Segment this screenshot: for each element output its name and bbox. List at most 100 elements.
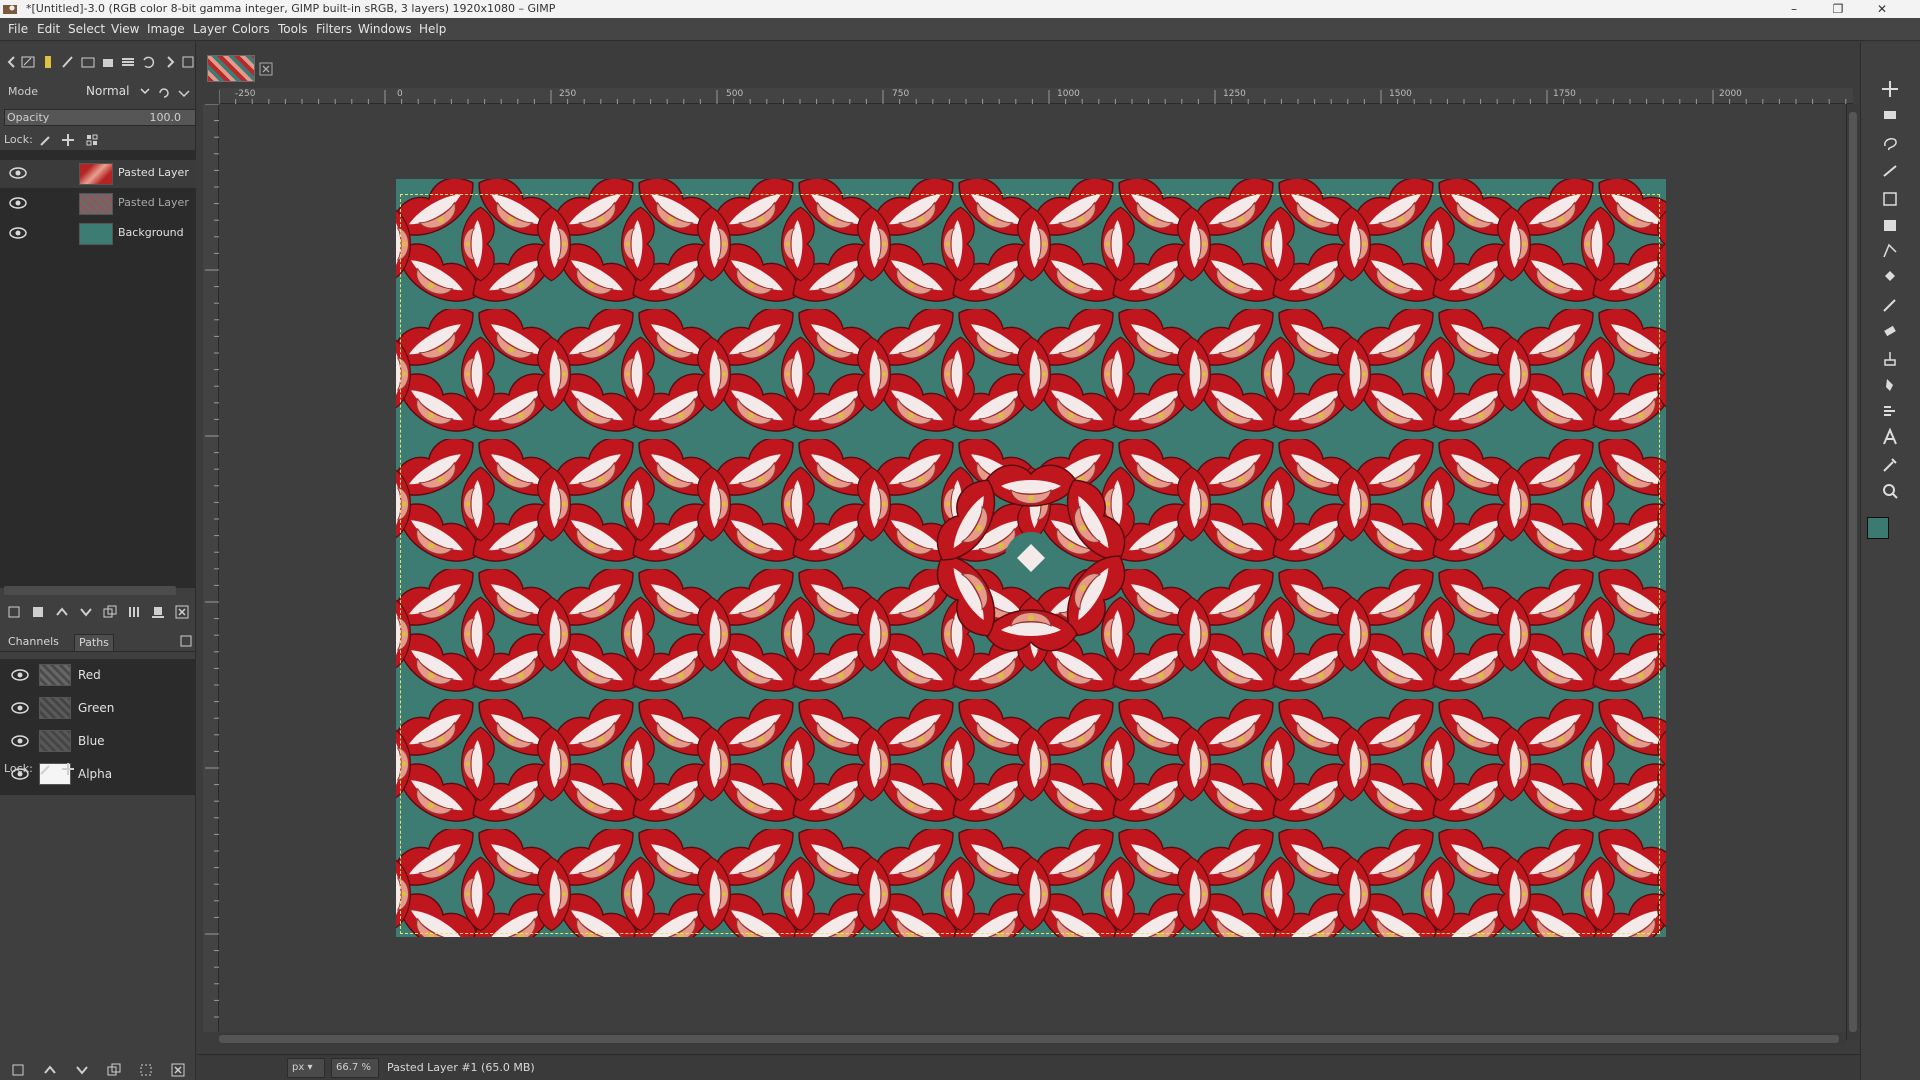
layer-row[interactable]: Background [0,220,196,248]
zoom-dropdown[interactable]: 66.7 % [331,1058,379,1078]
channel-row[interactable]: Red [0,659,196,692]
brushes-icon[interactable] [40,54,56,70]
reset-mode-icon[interactable] [156,85,172,101]
move-tool-icon[interactable] [1881,80,1899,98]
scroll-thumb[interactable] [1849,112,1857,1032]
anchor-layer-icon[interactable] [150,604,166,620]
chevron-down-icon[interactable] [176,85,192,101]
dodge-burn-tool-icon[interactable] [1881,402,1899,420]
visibility-eye-icon[interactable] [11,734,29,748]
layer-row[interactable]: Pasted Layer [0,190,196,218]
paint-dynamics-icon[interactable] [60,54,76,70]
visibility-eye-icon[interactable] [11,668,29,682]
close-button[interactable]: ✕ [1864,0,1900,18]
minimize-button[interactable]: – [1776,0,1812,18]
rect-select-tool-icon[interactable] [1881,106,1899,124]
menu-tools[interactable]: Tools [278,22,308,36]
ruler-label: -250 [235,89,256,99]
lower-channel-icon[interactable] [74,1062,90,1078]
new-channel-icon[interactable] [10,1062,26,1078]
lower-layer-icon[interactable] [78,604,94,620]
free-select-tool-icon[interactable] [1881,134,1899,152]
horizontal-ruler[interactable]: -250 0 250 500 750 1000 1250 1500 1750 2… [219,88,1853,104]
lock-pixels-icon[interactable] [38,132,54,148]
menu-help[interactable]: Help [419,22,446,36]
ruler-label: 2000 [1719,89,1742,99]
menu-filters[interactable]: Filters [316,22,352,36]
document-history-icon[interactable] [100,54,116,70]
chevron-left-icon[interactable] [4,54,20,70]
tool-options-icon[interactable] [20,54,36,70]
layers-icon[interactable] [120,54,136,70]
canvas-area[interactable] [219,104,1853,1032]
foreground-color-swatch[interactable] [1867,517,1889,539]
layer-name[interactable]: Pasted Layer [118,166,189,179]
layers-scrollbar[interactable] [4,586,176,595]
menu-image[interactable]: Image [147,22,185,36]
text-tool-icon[interactable] [1881,428,1899,446]
layer-thumbnail [79,163,113,185]
menu-file[interactable]: File [8,22,28,36]
crop-tool-icon[interactable] [1881,162,1899,180]
smudge-tool-icon[interactable] [1881,376,1899,394]
layer-name[interactable]: Background [118,226,184,239]
tab-paths[interactable]: Paths [74,634,114,652]
visibility-eye-icon[interactable] [9,226,27,240]
delete-channel-icon[interactable] [170,1062,186,1078]
merge-down-icon[interactable] [126,604,142,620]
channel-to-selection-icon[interactable] [138,1062,154,1078]
paintbrush-tool-icon[interactable] [1881,296,1899,314]
visibility-eye-icon[interactable] [11,701,29,715]
zoom-tool-icon[interactable] [1881,482,1899,500]
mode-label: Mode [8,85,38,98]
opacity-slider[interactable]: Opacity 100.0 [4,109,196,126]
layer-row[interactable]: Pasted Layer [0,160,196,188]
unit-dropdown[interactable]: px ▾ [287,1058,325,1078]
lock-alpha-icon[interactable] [84,132,100,148]
new-layer-icon[interactable] [30,604,46,620]
delete-layer-icon[interactable] [174,604,190,620]
undo-history-icon[interactable] [140,54,156,70]
layer-name[interactable]: Pasted Layer [118,196,189,209]
images-icon[interactable] [80,54,96,70]
new-layer-group-icon[interactable] [6,604,22,620]
image-canvas[interactable] [396,179,1666,937]
tab-channels[interactable]: Channels [4,634,63,652]
lock-position-icon[interactable] [60,761,76,777]
clone-tool-icon[interactable] [1881,350,1899,368]
vertical-ruler[interactable] [203,104,219,1032]
channel-row[interactable]: Blue [0,725,196,758]
unified-transform-tool-icon[interactable] [1881,190,1899,208]
raise-layer-icon[interactable] [54,604,70,620]
dock-menu-icon[interactable] [180,54,196,70]
chevron-right-icon[interactable] [162,54,178,70]
image-tab-thumbnail[interactable] [207,55,255,82]
duplicate-channel-icon[interactable] [106,1062,122,1078]
close-image-tab-icon[interactable] [259,62,273,76]
duplicate-layer-icon[interactable] [102,604,118,620]
lock-position-icon[interactable] [60,132,76,148]
menu-layer[interactable]: Layer [193,22,226,36]
menu-select[interactable]: Select [68,22,105,36]
raise-channel-icon[interactable] [42,1062,58,1078]
menu-view[interactable]: View [111,22,139,36]
scroll-thumb[interactable] [219,1035,1839,1043]
dock-menu-icon[interactable] [180,635,192,647]
horizontal-scrollbar[interactable] [219,1033,1846,1045]
warp-transform-tool-icon[interactable] [1881,216,1899,234]
bucket-fill-tool-icon[interactable] [1881,268,1899,286]
lock-pixels-icon[interactable] [38,761,54,777]
eraser-tool-icon[interactable] [1881,322,1899,340]
visibility-eye-icon[interactable] [9,166,27,180]
menu-edit[interactable]: Edit [37,22,60,36]
restore-button[interactable]: ❐ [1820,0,1856,18]
visibility-eye-icon[interactable] [9,196,27,210]
channel-row[interactable]: Green [0,692,196,725]
vertical-scrollbar[interactable] [1846,104,1858,1040]
channels-paths-tabs: Channels Paths [0,632,196,652]
menu-windows[interactable]: Windows [358,22,412,36]
mode-dropdown[interactable]: Normal [80,82,152,102]
menu-colors[interactable]: Colors [232,22,270,36]
color-picker-tool-icon[interactable] [1881,456,1899,474]
path-tool-icon[interactable] [1881,242,1899,260]
